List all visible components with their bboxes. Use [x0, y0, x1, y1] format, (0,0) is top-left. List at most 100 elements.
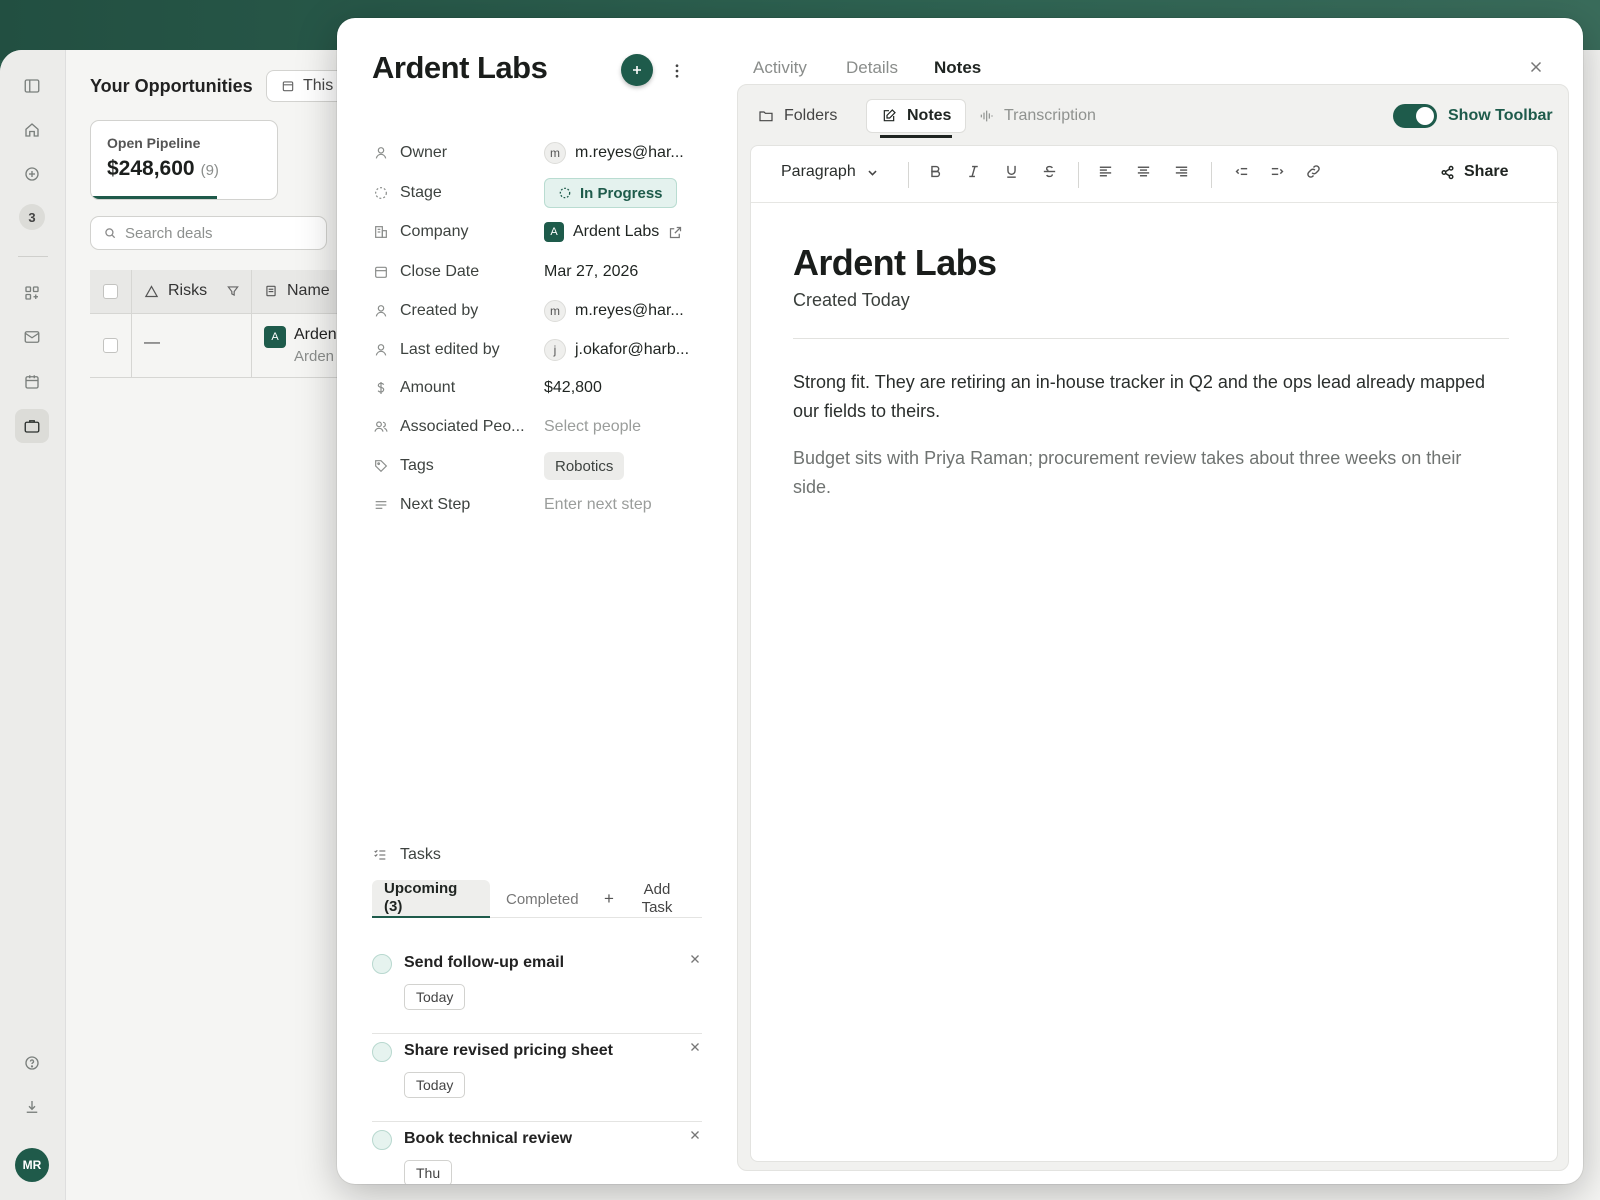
stage-value[interactable]: In Progress [544, 178, 677, 208]
mail-icon[interactable] [15, 320, 49, 354]
external-link-icon[interactable] [668, 225, 683, 240]
bold-icon[interactable] [927, 163, 944, 180]
home-icon[interactable] [15, 113, 49, 147]
open-pipeline-card[interactable]: Open Pipeline $248,600 (9) [90, 120, 278, 200]
field-amount[interactable]: Amount $42,800 [372, 373, 702, 403]
tab-upcoming[interactable]: Upcoming (3) [372, 880, 490, 918]
field-company[interactable]: Company A Ardent Labs [372, 217, 702, 247]
toolbar-divider [1211, 162, 1212, 188]
field-tags[interactable]: Tags Robotics [372, 451, 702, 481]
tag-pill[interactable]: Robotics [544, 452, 625, 480]
field-close-date[interactable]: Close Date Mar 27, 2026 [372, 257, 702, 287]
tab-notes[interactable]: Notes [934, 58, 981, 78]
underline-icon[interactable] [1003, 163, 1020, 180]
indent-icon[interactable] [1269, 163, 1286, 180]
sidebar-toggle-icon[interactable] [15, 69, 49, 103]
task-complete-checkbox[interactable] [372, 954, 392, 974]
sparkle-plus-icon [633, 66, 641, 74]
align-left-icon[interactable] [1097, 163, 1114, 180]
subtab-transcription[interactable]: Transcription [978, 99, 1096, 133]
close-icon[interactable] [688, 952, 702, 971]
strikethrough-icon[interactable] [1041, 163, 1058, 180]
calendar-icon[interactable] [15, 365, 49, 399]
help-icon[interactable] [15, 1046, 49, 1080]
user-avatar[interactable]: MR [15, 1148, 49, 1182]
apps-grid-icon[interactable] [15, 276, 49, 310]
field-last-edited-by[interactable]: Last edited by j j.okafor@harb... [372, 335, 702, 365]
tab-upcoming-label: Upcoming [384, 880, 458, 897]
note-paragraph[interactable]: Strong fit. They are retiring an in-hous… [793, 368, 1493, 426]
warning-icon [144, 284, 159, 297]
tags-label: Tags [400, 457, 434, 474]
task-due-badge[interactable]: Thu [404, 1160, 453, 1184]
close-icon[interactable] [688, 1040, 702, 1059]
field-stage[interactable]: Stage In Progress [372, 178, 702, 208]
next-step-placeholder[interactable]: Enter next step [544, 496, 652, 514]
task-title[interactable]: Book technical review [404, 1130, 572, 1148]
close-date-value[interactable]: Mar 27, 2026 [544, 263, 638, 281]
add-task-button[interactable]: Add Task [632, 880, 682, 918]
block-style-dropdown[interactable]: Paragraph [781, 163, 881, 181]
add-circle-icon[interactable] [15, 157, 49, 191]
dashed-circle-icon [372, 184, 390, 202]
creator-email: m.reyes@har... [575, 302, 684, 319]
task-complete-checkbox[interactable] [372, 1042, 392, 1062]
more-options-button[interactable] [667, 58, 687, 84]
associated-people-placeholder[interactable]: Select people [544, 418, 641, 436]
show-toolbar-toggle[interactable] [1393, 104, 1437, 128]
filter-icon[interactable] [226, 284, 240, 298]
owner-label: Owner [400, 144, 448, 161]
task-due-badge[interactable]: Today [404, 984, 466, 1010]
owner-value[interactable]: m m.reyes@har... [544, 142, 684, 164]
download-icon[interactable] [15, 1090, 49, 1124]
tab-completed[interactable]: Completed [506, 880, 579, 918]
share-button[interactable]: Share [1439, 163, 1508, 181]
add-task-plus-icon[interactable]: + [604, 880, 614, 918]
field-associated-people[interactable]: Associated Peo... Select people [372, 412, 702, 442]
search-deals-field[interactable]: Search deals [90, 216, 327, 250]
task-item[interactable]: Share revised pricing sheet Today [372, 1034, 702, 1122]
table-row[interactable]: — A Arden Arden [90, 314, 370, 378]
align-center-icon[interactable] [1135, 163, 1152, 180]
tags-value[interactable]: Robotics [544, 452, 625, 480]
field-next-step[interactable]: Next Step Enter next step [372, 490, 702, 520]
field-created-by[interactable]: Created by m m.reyes@har... [372, 296, 702, 326]
align-right-icon[interactable] [1173, 163, 1190, 180]
task-item[interactable]: Send follow-up email Today [372, 946, 702, 1034]
tab-details[interactable]: Details [846, 58, 898, 78]
pipeline-count: (9) [200, 162, 219, 179]
quick-add-button[interactable] [621, 54, 653, 86]
company-logo: A [544, 222, 564, 242]
creator-avatar: m [544, 300, 566, 322]
note-title[interactable]: Ardent Labs [793, 242, 997, 284]
risks-header-label: Risks [168, 282, 208, 299]
row-checkbox[interactable] [103, 338, 118, 353]
briefcase-icon[interactable] [15, 409, 49, 443]
company-value[interactable]: A Ardent Labs [544, 222, 683, 242]
task-title[interactable]: Share revised pricing sheet [404, 1042, 613, 1060]
outdent-icon[interactable] [1233, 163, 1250, 180]
italic-icon[interactable] [965, 163, 982, 180]
field-owner[interactable]: Owner m m.reyes@har... [372, 138, 702, 168]
tab-activity[interactable]: Activity [753, 58, 807, 78]
task-complete-checkbox[interactable] [372, 1130, 392, 1150]
name-column-header[interactable]: Name [264, 282, 330, 300]
pipeline-progress-bar [91, 196, 218, 199]
task-item[interactable]: Book technical review Thu [372, 1122, 702, 1184]
risks-column-header[interactable]: Risks [144, 282, 240, 300]
task-title[interactable]: Send follow-up email [404, 954, 564, 972]
rail-divider [18, 256, 48, 257]
note-editor[interactable]: Paragraph Share Ardent Labs Created Toda… [750, 145, 1559, 1162]
editor-toolbar: Paragraph Share [751, 146, 1559, 203]
stage-pill[interactable]: In Progress [544, 178, 677, 208]
subtab-folders[interactable]: Folders [758, 99, 837, 133]
close-icon[interactable] [1527, 58, 1545, 82]
notification-badge[interactable]: 3 [19, 204, 45, 230]
subtab-notes[interactable]: Notes [866, 99, 967, 133]
note-paragraph[interactable]: Budget sits with Priya Raman; procuremen… [793, 444, 1493, 502]
close-icon[interactable] [688, 1128, 702, 1147]
amount-value[interactable]: $42,800 [544, 379, 602, 397]
link-icon[interactable] [1305, 163, 1322, 180]
select-all-checkbox[interactable] [103, 284, 118, 299]
task-due-badge[interactable]: Today [404, 1072, 466, 1098]
